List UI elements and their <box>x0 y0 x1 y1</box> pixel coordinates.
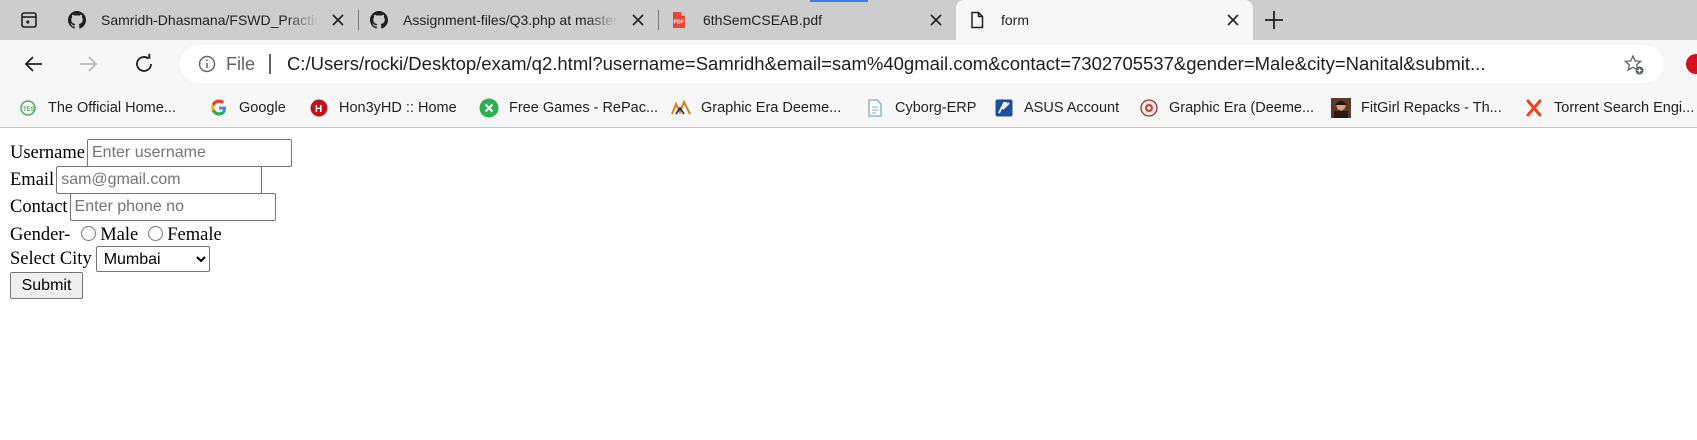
bookmark-label: ASUS Account <box>1024 100 1120 116</box>
bookmark-label: Free Games - RePac... <box>509 100 659 116</box>
bookmark-label: Hon3yHD :: Home <box>339 100 457 116</box>
document-icon <box>865 98 885 118</box>
bookmark-label: The Official Home... <box>48 100 176 116</box>
city-select[interactable]: Mumbai <box>95 246 210 272</box>
bookmark-fitgirl[interactable]: FitGirl Repacks - Th... <box>1331 96 1502 120</box>
svg-text:TES: TES <box>23 107 35 113</box>
email-row: Email <box>10 166 263 194</box>
bookmark-cyborg-erp[interactable]: Cyborg-ERP <box>865 96 976 120</box>
gender-male-radio[interactable] <box>81 225 97 241</box>
svg-text:H: H <box>315 104 322 115</box>
bookmark-torrent-search[interactable]: Torrent Search Engi... <box>1524 96 1694 120</box>
graphic-era-icon <box>671 98 691 118</box>
tab-strip: Samridh-Dhasmana/FSWD_Practical Assignme… <box>0 0 1697 40</box>
tab-title: form <box>1001 12 1029 28</box>
page-icon <box>971 11 984 29</box>
bookmark-label: Graphic Era Deeme... <box>701 100 842 116</box>
url-scheme-label: File <box>226 54 256 74</box>
close-icon[interactable] <box>1225 12 1241 28</box>
gender-female-radio[interactable] <box>148 225 164 241</box>
new-tab-icon[interactable] <box>1262 8 1286 32</box>
github-icon <box>370 11 388 29</box>
torrent-x-icon <box>1524 98 1544 118</box>
bookmark-asus-account[interactable]: ASUS Account <box>994 96 1119 120</box>
username-row: Username <box>10 139 292 167</box>
browser-toolbar: File C:/Users/rocki/Desktop/exam/q2.html… <box>0 40 1697 88</box>
back-arrow-icon[interactable] <box>22 52 46 76</box>
gender-label: Gender- <box>10 225 71 245</box>
bookmark-hon3yhd[interactable]: H Hon3yHD :: Home <box>309 96 457 120</box>
gender-female-label: Female <box>167 225 222 245</box>
extension-icon[interactable] <box>1686 54 1697 74</box>
graphic-era-round-icon <box>1139 98 1159 118</box>
email-input[interactable] <box>56 166 263 194</box>
bookmark-graphic-era-deemed[interactable]: Graphic Era (Deeme... <box>1139 96 1314 120</box>
tab-title: 6thSemCSEAB.pdf <box>703 12 823 28</box>
tab-assignment-files[interactable]: Assignment-files/Q3.php at master <box>358 0 659 40</box>
bookmark-label: FitGirl Repacks - Th... <box>1361 100 1502 116</box>
url-divider <box>269 54 271 74</box>
city-row: Select City Mumbai <box>10 246 210 272</box>
tab-actions-icon <box>21 12 37 28</box>
svg-text:PDF: PDF <box>674 20 684 26</box>
forward-arrow-icon[interactable] <box>76 52 100 76</box>
page-content: Username Email Contact Gender- Male Fema… <box>0 129 1697 440</box>
reload-icon[interactable] <box>132 52 156 76</box>
bookmark-label: Torrent Search Engi... <box>1554 100 1695 116</box>
tab-pdf[interactable]: PDF 6thSemCSEAB.pdf <box>658 0 956 40</box>
bookmark-label: Graphic Era (Deeme... <box>1169 100 1315 116</box>
contact-input[interactable] <box>69 193 276 221</box>
fitgirl-icon <box>1331 98 1351 118</box>
bookmark-free-games[interactable]: Free Games - RePac... <box>479 96 658 120</box>
site-icon: TES <box>18 98 38 118</box>
gender-male-label: Male <box>100 225 139 245</box>
asus-icon <box>994 98 1014 118</box>
hon3yhd-icon: H <box>309 98 329 118</box>
submit-row: Submit <box>10 272 83 299</box>
bookmark-label: Google <box>239 100 286 116</box>
bookmark-label: Cyborg-ERP <box>895 100 977 116</box>
bookmarks-bar: TES The Official Home... Google H Hon3yH… <box>0 88 1697 128</box>
submit-button[interactable]: Submit <box>10 272 83 299</box>
close-icon[interactable] <box>928 12 944 28</box>
github-icon <box>68 11 86 29</box>
url-text[interactable]: C:/Users/rocki/Desktop/exam/q2.html?user… <box>287 53 1607 75</box>
bookmark-graphic-era[interactable]: Graphic Era Deeme... <box>671 96 841 120</box>
info-icon[interactable] <box>198 55 216 73</box>
bookmark-google[interactable]: Google <box>209 96 286 120</box>
address-bar[interactable]: File C:/Users/rocki/Desktop/exam/q2.html… <box>180 45 1663 83</box>
repack-icon <box>479 98 499 118</box>
city-label: Select City <box>10 249 92 269</box>
email-label: Email <box>10 170 55 190</box>
bookmark-official-home[interactable]: TES The Official Home... <box>18 96 176 120</box>
username-label: Username <box>10 143 85 163</box>
close-icon[interactable] <box>330 12 346 28</box>
tab-title: Samridh-Dhasmana/FSWD_Practical <box>101 12 318 28</box>
tab-title: Assignment-files/Q3.php at master <box>403 12 618 28</box>
tab-form[interactable]: form <box>956 0 1253 40</box>
gender-row: Gender- Male Female <box>10 224 222 246</box>
tab-actions-menu[interactable] <box>8 6 60 34</box>
close-icon[interactable] <box>630 12 646 28</box>
favorite-add-icon[interactable] <box>1623 54 1645 76</box>
pdf-icon: PDF <box>673 12 685 28</box>
contact-row: Contact <box>10 193 276 221</box>
google-icon <box>209 98 229 118</box>
contact-label: Contact <box>10 197 68 217</box>
username-input[interactable] <box>87 139 292 167</box>
tab-fswd-practical[interactable]: Samridh-Dhasmana/FSWD_Practical <box>56 0 359 40</box>
